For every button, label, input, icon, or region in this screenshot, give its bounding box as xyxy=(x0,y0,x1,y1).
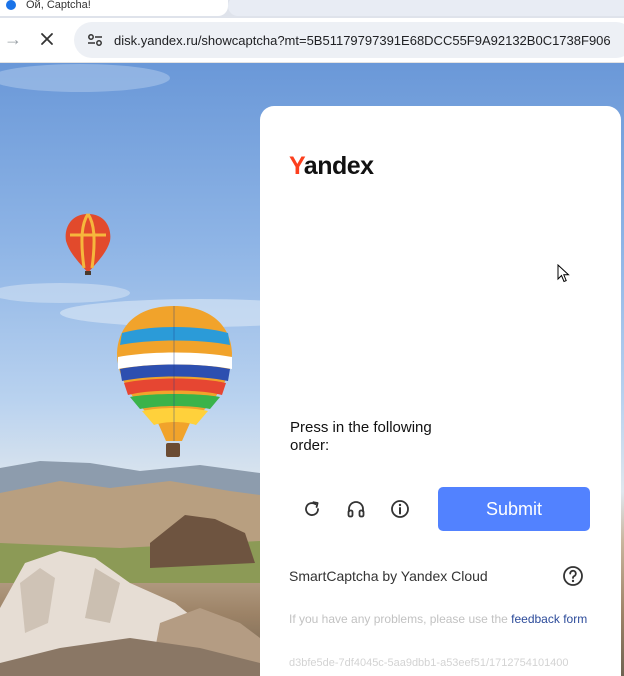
question-icon xyxy=(563,566,583,586)
info-button[interactable] xyxy=(386,495,414,523)
headphones-icon xyxy=(347,501,365,518)
small-balloon xyxy=(65,213,111,275)
reload-button[interactable] xyxy=(298,495,326,523)
tune-icon xyxy=(88,34,102,46)
yandex-favicon-icon xyxy=(6,0,16,10)
tab-title: Ой, Captcha! xyxy=(26,0,91,11)
tab-active[interactable]: Ой, Captcha! xyxy=(0,0,228,16)
address-bar[interactable]: disk.yandex.ru/showcaptcha?mt=5B51179797… xyxy=(74,22,624,58)
captcha-card: Yandex Press in the following order: Sub… xyxy=(260,106,621,676)
forward-button[interactable]: → xyxy=(0,26,26,52)
url-text[interactable]: disk.yandex.ru/showcaptcha?mt=5B51179797… xyxy=(114,33,611,48)
audio-button[interactable] xyxy=(342,495,370,523)
smartcaptcha-brand: SmartCaptcha by Yandex Cloud xyxy=(289,568,488,584)
close-icon xyxy=(41,33,53,45)
tab-strip: Ой, Captcha! xyxy=(0,0,624,18)
captcha-instruction: Press in the following order: xyxy=(290,419,432,454)
stop-button[interactable] xyxy=(34,26,60,52)
mouse-cursor-icon xyxy=(557,264,570,283)
feedback-form-link[interactable]: feedback form xyxy=(511,612,587,626)
large-balloon xyxy=(117,306,232,457)
site-info-button[interactable] xyxy=(78,23,112,57)
captcha-page: Yandex Press in the following order: Sub… xyxy=(0,63,624,676)
request-id: d3bfe5de-7df4045c-5aa9dbb1-a53eef51/1712… xyxy=(289,657,569,669)
problems-text: If you have any problems, please use the xyxy=(289,612,508,626)
yandex-logo: Yandex xyxy=(289,152,374,180)
arrow-right-icon: → xyxy=(4,28,22,49)
tab-strip-empty xyxy=(228,0,624,16)
submit-button[interactable]: Submit xyxy=(438,487,590,531)
problems-note: If you have any problems, please use the… xyxy=(289,611,589,627)
help-button[interactable] xyxy=(562,565,584,587)
browser-toolbar: → disk.yandex.ru/showcaptcha?mt=5B511797… xyxy=(0,18,624,63)
reload-icon xyxy=(305,501,319,516)
info-icon xyxy=(391,500,409,518)
